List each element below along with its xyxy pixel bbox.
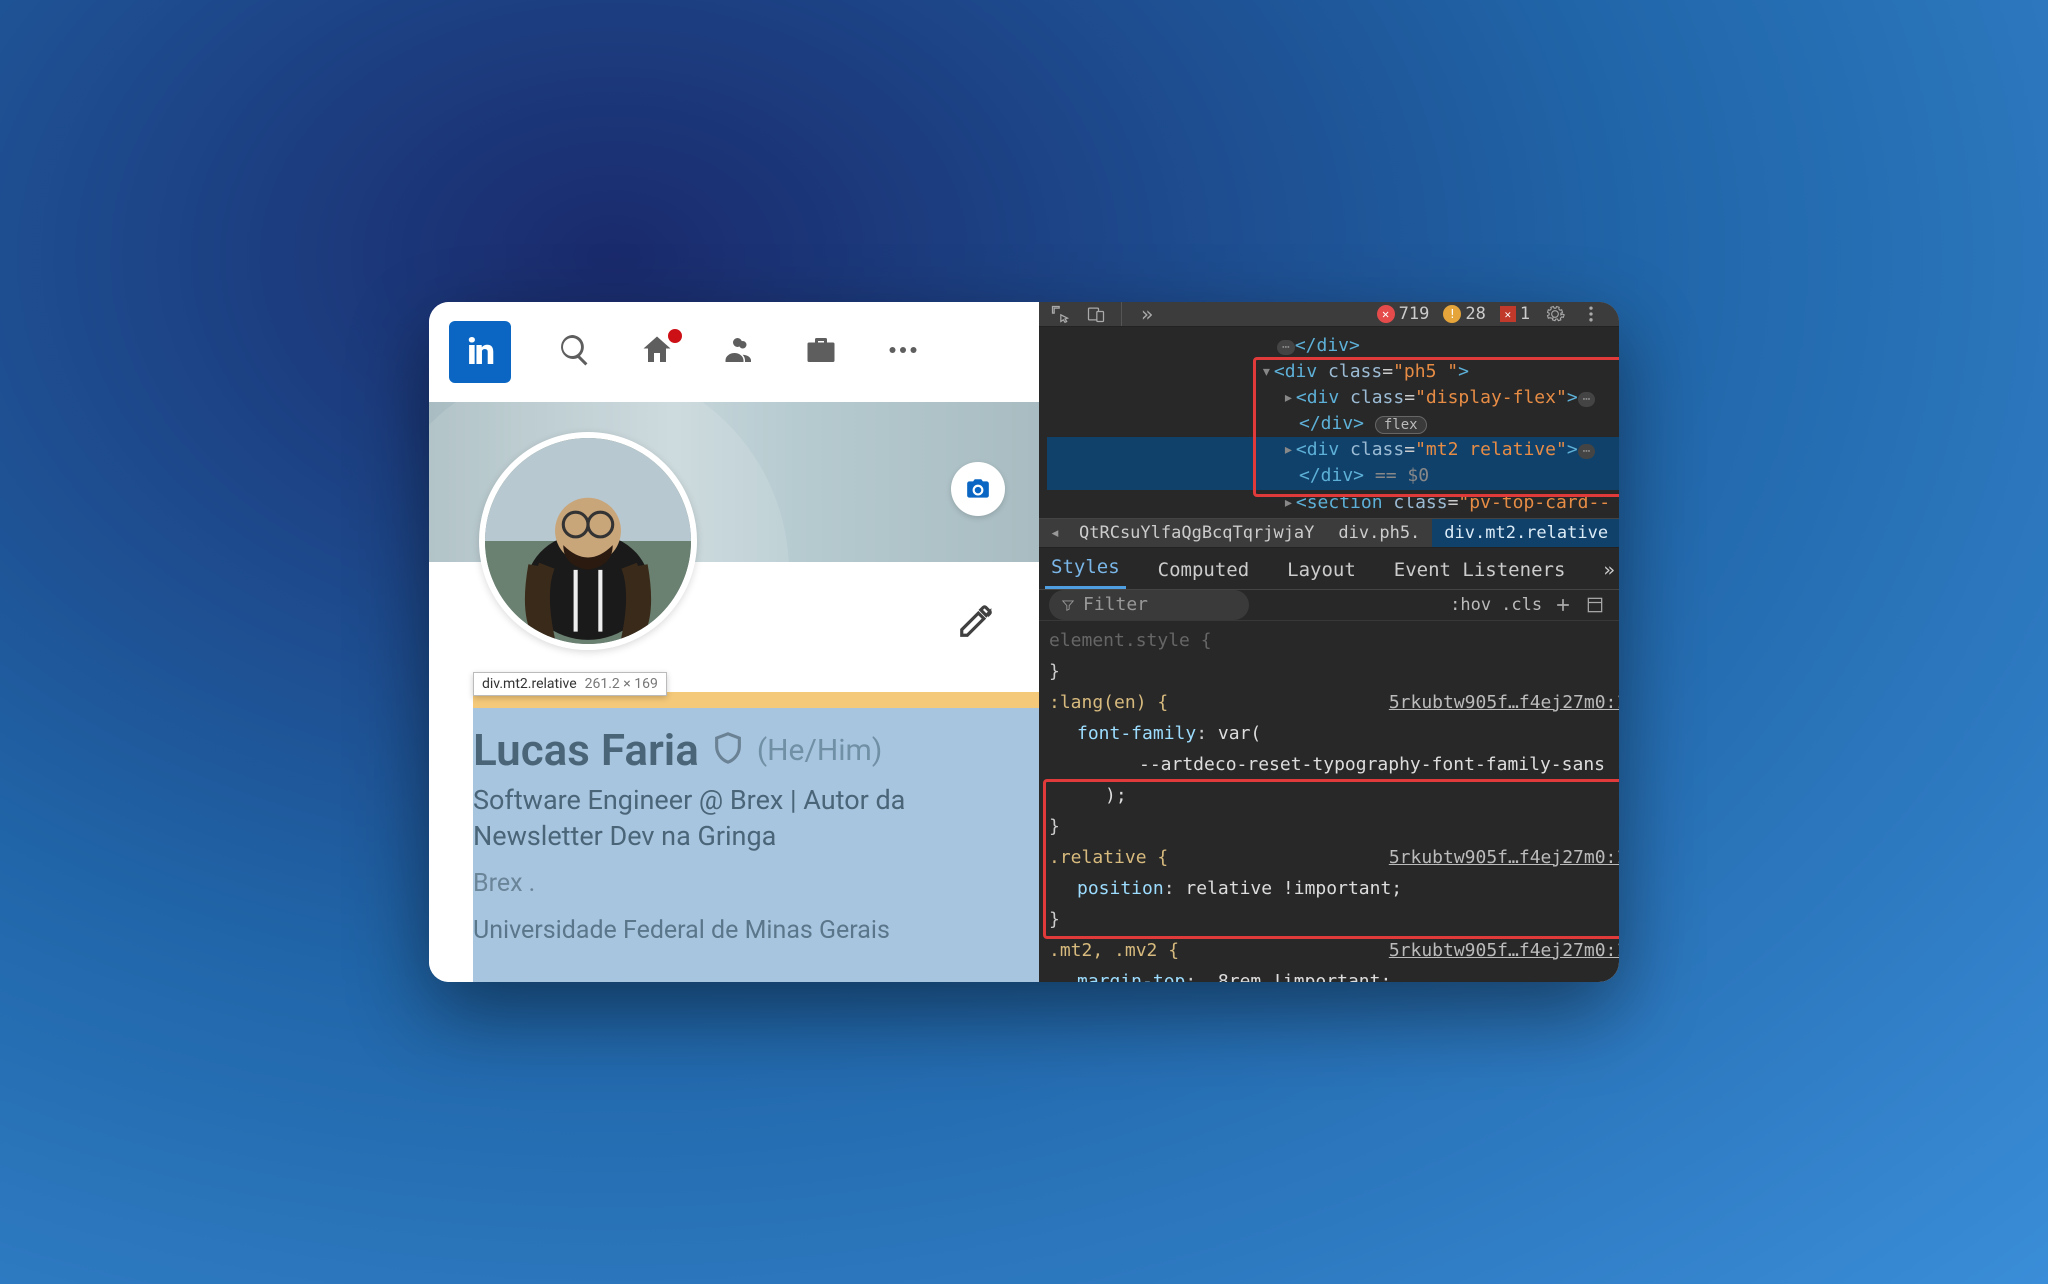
profile-name: Lucas Faria (473, 724, 699, 776)
device-toolbar-icon[interactable] (1085, 303, 1107, 325)
profile-area: div.mt2.relative 261.2 × 169 Lucas Faria… (429, 402, 1039, 982)
close-icon[interactable] (1616, 303, 1619, 325)
home-icon[interactable] (639, 332, 675, 372)
css-rule[interactable]: 5rkubtw905f…f4ej27m0:15 .mt2, .mv2 { (1049, 937, 1619, 964)
dom-line-selected[interactable]: ▸<div class="mt2 relative">⋯ (1047, 437, 1619, 463)
issues-badge[interactable]: ✕ 1 (1500, 304, 1530, 324)
tab-event-listeners[interactable]: Event Listeners (1388, 551, 1572, 589)
breadcrumb-item[interactable]: QtRCsuYlfaQgBcqTqrjwjaY (1067, 519, 1326, 547)
css-rule[interactable]: 5rkubtw905f…f4ej27m0:15 .relative { (1049, 844, 1619, 871)
linkedin-logo[interactable]: in (449, 321, 511, 383)
errors-count: 719 (1399, 304, 1430, 324)
styles-panel[interactable]: element.style { } 5rkubtw905f…f4ej27m0:1… (1039, 621, 1619, 982)
search-icon[interactable] (557, 332, 593, 372)
css-rule[interactable]: element.style { (1049, 627, 1619, 654)
filter-input[interactable]: Filter (1049, 590, 1249, 620)
css-declaration[interactable]: ); (1049, 782, 1619, 809)
tooltip-dimensions: 261.2 × 169 (585, 676, 658, 692)
warnings-badge[interactable]: ! 28 (1443, 304, 1485, 324)
profile-company: Brex . (473, 869, 1019, 898)
styles-filter-bar: Filter :hov .cls (1039, 590, 1619, 621)
dom-line[interactable]: ▸<div class="display-flex">⋯ (1047, 385, 1619, 411)
hov-toggle[interactable]: :hov (1450, 595, 1491, 615)
error-icon: ✕ (1377, 305, 1395, 323)
edit-cover-button[interactable] (951, 462, 1005, 516)
tooltip-selector: div.mt2.relative (482, 676, 577, 692)
more-icon[interactable] (885, 332, 921, 372)
breadcrumb-item[interactable]: div.ph5. (1326, 519, 1432, 547)
settings-icon[interactable] (1544, 303, 1566, 325)
ellipsis-icon: ⋯ (1578, 392, 1596, 407)
eq0-marker: == $0 (1375, 465, 1429, 486)
network-icon[interactable] (721, 332, 757, 372)
flex-badge[interactable]: flex (1375, 416, 1427, 434)
ellipsis-icon: ⋯ (1277, 340, 1295, 355)
sidebar-toggle-icon[interactable] (1616, 594, 1619, 616)
split-window: in (429, 302, 1619, 982)
rule-source-link[interactable]: 5rkubtw905f…f4ej27m0:15 (1389, 844, 1619, 871)
elements-panel[interactable]: ⋯</div> ▾<div class="ph5 "> ▸<div class=… (1039, 327, 1619, 519)
profile-info-block: Lucas Faria (He/Him) Software Engineer @… (473, 708, 1039, 982)
devtools-pane: » ✕ 719 ! 28 ✕ 1 ⋯</div> ▾<div cla (1039, 302, 1619, 982)
filter-placeholder: Filter (1083, 594, 1148, 615)
jobs-icon[interactable] (803, 332, 839, 372)
rule-source-link[interactable]: 5rkubtw905f…f4ej27m0:18 (1389, 689, 1619, 716)
cls-toggle[interactable]: .cls (1501, 595, 1542, 615)
css-declaration[interactable]: --artdeco-reset-typography-font-family-s… (1049, 751, 1619, 778)
kebab-icon[interactable] (1580, 303, 1602, 325)
devtools-toolbar: » ✕ 719 ! 28 ✕ 1 (1039, 302, 1619, 327)
warning-icon: ! (1443, 305, 1461, 323)
linkedin-pane: in (429, 302, 1039, 982)
issue-icon: ✕ (1500, 306, 1516, 322)
tab-layout[interactable]: Layout (1281, 551, 1362, 589)
avatar[interactable] (479, 432, 697, 650)
css-declaration[interactable]: margin-top: .8rem !important; (1049, 968, 1619, 982)
more-tabs-icon[interactable]: » (1136, 303, 1158, 325)
css-rule[interactable]: } (1049, 906, 1619, 933)
css-rule[interactable]: } (1049, 813, 1619, 840)
edit-profile-button[interactable] (957, 602, 995, 644)
breadcrumb-item-active[interactable]: div.mt2.relative (1432, 519, 1619, 547)
dom-line-selected[interactable]: </div> == $0 (1047, 463, 1619, 489)
css-declaration[interactable]: font-family: var( (1049, 720, 1619, 747)
dom-line[interactable]: ⋯</div> (1047, 333, 1619, 359)
profile-headline: Software Engineer @ Brex | Autor da News… (473, 782, 963, 855)
breadcrumb-left-arrow[interactable]: ◂ (1043, 523, 1067, 543)
verified-icon (711, 731, 745, 769)
inspect-icon[interactable] (1049, 303, 1071, 325)
tab-styles[interactable]: Styles (1045, 548, 1126, 589)
tab-computed[interactable]: Computed (1152, 551, 1256, 589)
tab-more[interactable]: » (1597, 551, 1619, 589)
dom-line[interactable]: ▾<div class="ph5 "> (1047, 359, 1619, 385)
warnings-count: 28 (1465, 304, 1485, 324)
styles-tabs: Styles Computed Layout Event Listeners » (1039, 548, 1619, 590)
computed-styles-icon[interactable] (1584, 594, 1606, 616)
css-rule[interactable]: 5rkubtw905f…f4ej27m0:18 :lang(en) { (1049, 689, 1619, 716)
rule-source-link[interactable]: 5rkubtw905f…f4ej27m0:15 (1389, 937, 1619, 964)
pronouns: (He/Him) (757, 733, 882, 768)
breadcrumb: ◂ QtRCsuYlfaQgBcqTqrjwjaY div.ph5. div.m… (1039, 519, 1619, 548)
profile-school: Universidade Federal de Minas Gerais (473, 916, 1019, 945)
dom-line[interactable]: ▸<section class="pv-top-card-- (1047, 490, 1619, 516)
ellipsis-icon: ⋯ (1578, 444, 1596, 459)
linkedin-navbar: in (429, 302, 1039, 402)
css-declaration[interactable]: position: relative !important; (1049, 875, 1619, 902)
filter-icon (1061, 598, 1075, 612)
issues-count: 1 (1520, 304, 1530, 324)
css-rule[interactable]: } (1049, 658, 1619, 685)
errors-badge[interactable]: ✕ 719 (1377, 304, 1430, 324)
dom-line[interactable]: </div> flex (1047, 411, 1619, 437)
devtools-element-tooltip: div.mt2.relative 261.2 × 169 (473, 672, 667, 696)
new-rule-icon[interactable] (1552, 594, 1574, 616)
notification-badge (665, 326, 685, 346)
